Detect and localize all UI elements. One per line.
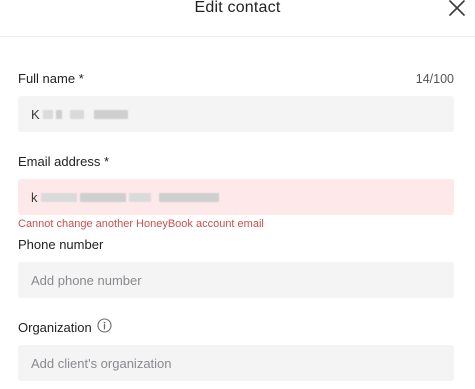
organization-field — [18, 345, 454, 381]
full-name-label: Full name * — [18, 71, 84, 86]
redacted-text — [42, 109, 53, 119]
phone-label: Phone number — [18, 237, 104, 252]
info-icon[interactable] — [97, 318, 112, 337]
organization-label: Organization — [18, 318, 112, 337]
phone-input[interactable] — [31, 272, 441, 288]
full-name-field[interactable]: K — [18, 96, 454, 132]
redacted-text — [158, 192, 219, 202]
email-value: k — [31, 190, 219, 205]
close-button[interactable] — [447, 0, 467, 18]
email-field[interactable]: k — [18, 179, 454, 215]
organization-input[interactable] — [31, 355, 441, 371]
redacted-text — [55, 109, 62, 119]
email-value-initial: k — [31, 189, 38, 205]
phone-field — [18, 262, 454, 298]
dialog-title: Edit contact — [194, 0, 281, 16]
full-name-char-counter: 14/100 — [415, 72, 454, 86]
redacted-text — [40, 192, 77, 202]
full-name-value-initial: K — [31, 106, 40, 122]
email-error-message: Cannot change another HoneyBook account … — [18, 218, 264, 230]
redacted-text — [93, 109, 128, 119]
redacted-text — [128, 192, 151, 202]
dialog-header: Edit contact — [0, 0, 475, 37]
redacted-text — [79, 192, 126, 202]
email-label: Email address * — [18, 154, 110, 169]
close-icon — [449, 0, 465, 16]
organization-label-text: Organization — [18, 320, 92, 335]
full-name-value: K — [31, 107, 128, 122]
redacted-text — [69, 109, 84, 119]
